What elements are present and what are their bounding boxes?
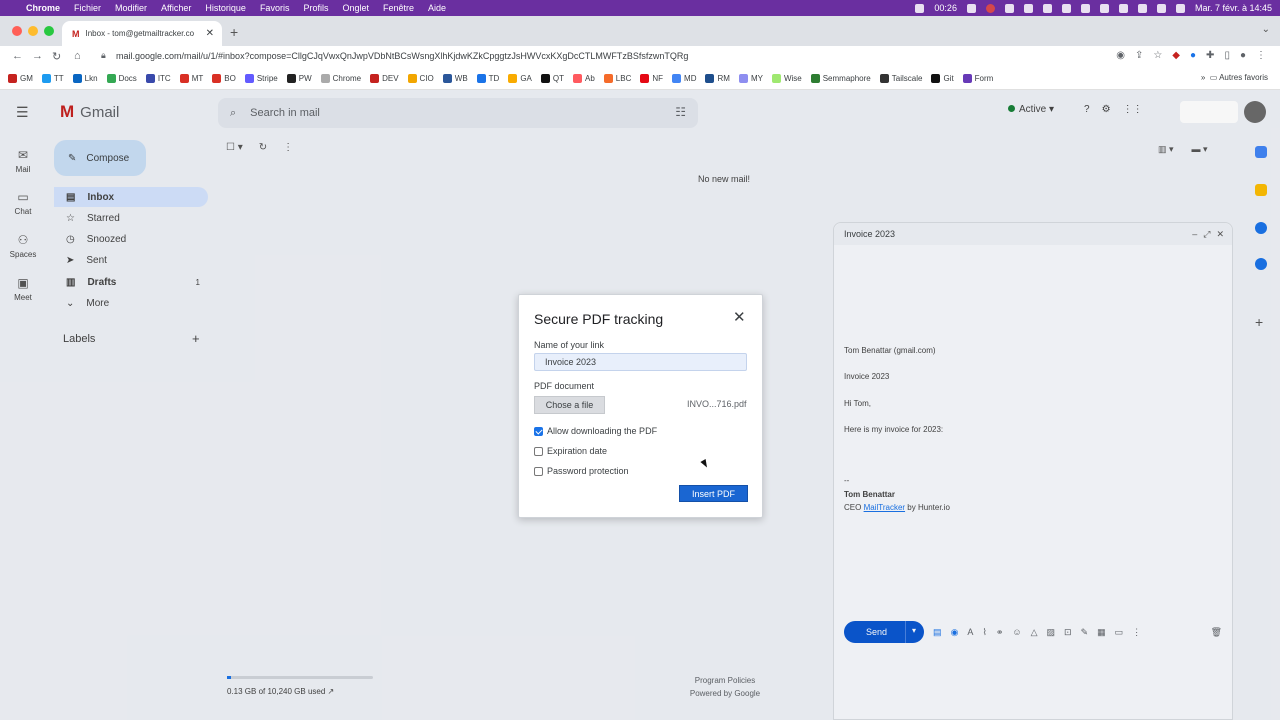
status-icon[interactable]	[1042, 3, 1052, 13]
eye-icon[interactable]: ◉	[1116, 50, 1125, 61]
link-name-input[interactable]	[534, 353, 747, 371]
bookmark[interactable]: GM	[8, 74, 33, 83]
bookmarks-bar: GM TT Lkn Docs ITC MT BO Stripe PW Chrom…	[0, 68, 1280, 90]
sidebar-icon[interactable]: ▯	[1224, 50, 1230, 61]
clock-timer: 00:26	[934, 3, 957, 13]
bookmark-star-icon[interactable]: ☆	[1153, 50, 1162, 61]
bookmark[interactable]: MY	[738, 74, 763, 83]
bookmark[interactable]: Form	[962, 74, 993, 83]
bookmark[interactable]: Docs	[106, 74, 137, 83]
expiration-date-checkbox[interactable]: Expiration date	[534, 446, 607, 456]
bookmark[interactable]: RM	[705, 74, 730, 83]
url-input[interactable]: mail.google.com/mail/u/1/#inbox?compose=…	[116, 51, 688, 61]
bookmark[interactable]: GA	[508, 74, 532, 83]
bookmark[interactable]: Semmaphore	[810, 74, 871, 83]
status-icon[interactable]	[1023, 3, 1033, 13]
menu-fenetre[interactable]: Fenêtre	[383, 3, 414, 13]
macos-menu-bar: Chrome Fichier Modifier Afficher Histori…	[0, 0, 1280, 16]
gmail-favicon-icon: M	[72, 28, 80, 39]
bookmark[interactable]: BO	[212, 74, 236, 83]
close-window-button[interactable]	[12, 26, 22, 36]
password-protection-checkbox[interactable]: Password protection	[534, 466, 629, 476]
close-icon[interactable]: ✕	[733, 308, 746, 326]
zoom-window-button[interactable]	[44, 26, 54, 36]
browser-tab-inbox[interactable]: M Inbox - tom@getmailtracker.co ✕	[62, 21, 222, 46]
record-icon[interactable]	[985, 3, 995, 13]
puzzle-icon[interactable]: ✚	[1206, 50, 1214, 61]
checkbox-checked-icon[interactable]	[534, 426, 543, 436]
address-bar-row: ← → ↻ ⌂ 🔒︎ mail.google.com/mail/u/1/#inb…	[0, 46, 1280, 68]
share-icon[interactable]: ⇪	[1135, 50, 1143, 61]
close-tab-icon[interactable]: ✕	[206, 28, 214, 39]
menu-afficher[interactable]: Afficher	[161, 3, 191, 13]
menu-aide[interactable]: Aide	[428, 3, 446, 13]
bookmark[interactable]: ITC	[145, 74, 171, 83]
browser-tab-strip: M Inbox - tom@getmailtracker.co ✕ + ⌄	[0, 16, 1280, 46]
bookmark[interactable]: QT	[540, 74, 564, 83]
bookmark[interactable]: Git	[931, 74, 954, 83]
bookmark[interactable]: Chrome	[320, 74, 361, 83]
extension-icon[interactable]: ●	[1190, 50, 1196, 61]
bookmark[interactable]: MT	[179, 74, 203, 83]
new-tab-icon[interactable]: +	[230, 24, 238, 40]
lock-icon[interactable]: 🔒︎	[101, 50, 106, 61]
bookmark[interactable]: NF	[640, 74, 663, 83]
menu-modifier[interactable]: Modifier	[115, 3, 147, 13]
bookmark[interactable]: Wise	[771, 74, 802, 83]
menu-onglet[interactable]: Onglet	[342, 3, 369, 13]
chevron-down-icon[interactable]: ⌄	[1262, 24, 1270, 35]
reload-icon[interactable]: ↻	[52, 50, 61, 63]
choose-file-button[interactable]: Chose a file	[534, 396, 605, 414]
dialog-title: Secure PDF tracking	[534, 311, 664, 327]
bookmark[interactable]: Lkn	[72, 74, 98, 83]
pdf-document-label: PDF document	[534, 381, 595, 391]
bookmark[interactable]: DEV	[370, 74, 399, 83]
volume-icon[interactable]	[1080, 3, 1090, 13]
bookmark[interactable]: TD	[476, 74, 499, 83]
bookmark[interactable]: TT	[41, 74, 64, 83]
profile-avatar-icon[interactable]: ●	[1240, 50, 1246, 61]
status-icon[interactable]	[966, 3, 976, 13]
status-icon[interactable]	[915, 3, 925, 13]
bookmark[interactable]: PW	[286, 74, 312, 83]
datetime[interactable]: Mar. 7 févr. à 14:45	[1195, 3, 1272, 13]
tab-title: Inbox - tom@getmailtracker.co	[85, 29, 195, 38]
status-icon[interactable]	[1004, 3, 1014, 13]
control-center-icon[interactable]	[1175, 3, 1185, 13]
insert-pdf-button[interactable]: Insert PDF	[679, 485, 748, 502]
app-menu[interactable]: Chrome	[26, 3, 60, 13]
bookmark[interactable]: MD	[672, 74, 696, 83]
wifi-icon[interactable]	[1137, 3, 1147, 13]
checkbox-icon[interactable]	[534, 466, 543, 476]
bluetooth-icon[interactable]	[1099, 3, 1109, 13]
bookmark[interactable]: Stripe	[244, 74, 278, 83]
back-icon[interactable]: ←	[12, 50, 23, 62]
other-bookmarks-folder[interactable]: » ▭ Autres favoris	[1201, 73, 1268, 82]
forward-icon[interactable]: →	[32, 50, 43, 62]
menu-favoris[interactable]: Favoris	[260, 3, 290, 13]
bookmark[interactable]: Tailscale	[879, 74, 922, 83]
spotlight-icon[interactable]	[1156, 3, 1166, 13]
menu-profils[interactable]: Profils	[303, 3, 328, 13]
bookmark[interactable]: WB	[442, 74, 468, 83]
battery-icon[interactable]	[1118, 3, 1128, 13]
menu-fichier[interactable]: Fichier	[74, 3, 101, 13]
bookmark[interactable]: CIO	[407, 74, 434, 83]
kebab-menu-icon[interactable]: ⋮	[1256, 50, 1266, 61]
menu-historique[interactable]: Historique	[205, 3, 246, 13]
minimize-window-button[interactable]	[28, 26, 38, 36]
allow-download-checkbox[interactable]: Allow downloading the PDF	[534, 426, 657, 436]
secure-pdf-tracking-dialog: Secure PDF tracking ✕ Name of your link …	[518, 294, 763, 518]
link-name-label: Name of your link	[534, 340, 605, 350]
status-icon[interactable]	[1061, 3, 1071, 13]
bookmark[interactable]: LBC	[603, 74, 631, 83]
extension-icon[interactable]: ◆	[1172, 50, 1180, 61]
selected-file-name: INVO...716.pdf	[687, 399, 747, 409]
home-icon[interactable]: ⌂	[74, 50, 81, 62]
checkbox-icon[interactable]	[534, 446, 543, 456]
bookmark[interactable]: Ab	[573, 74, 595, 83]
